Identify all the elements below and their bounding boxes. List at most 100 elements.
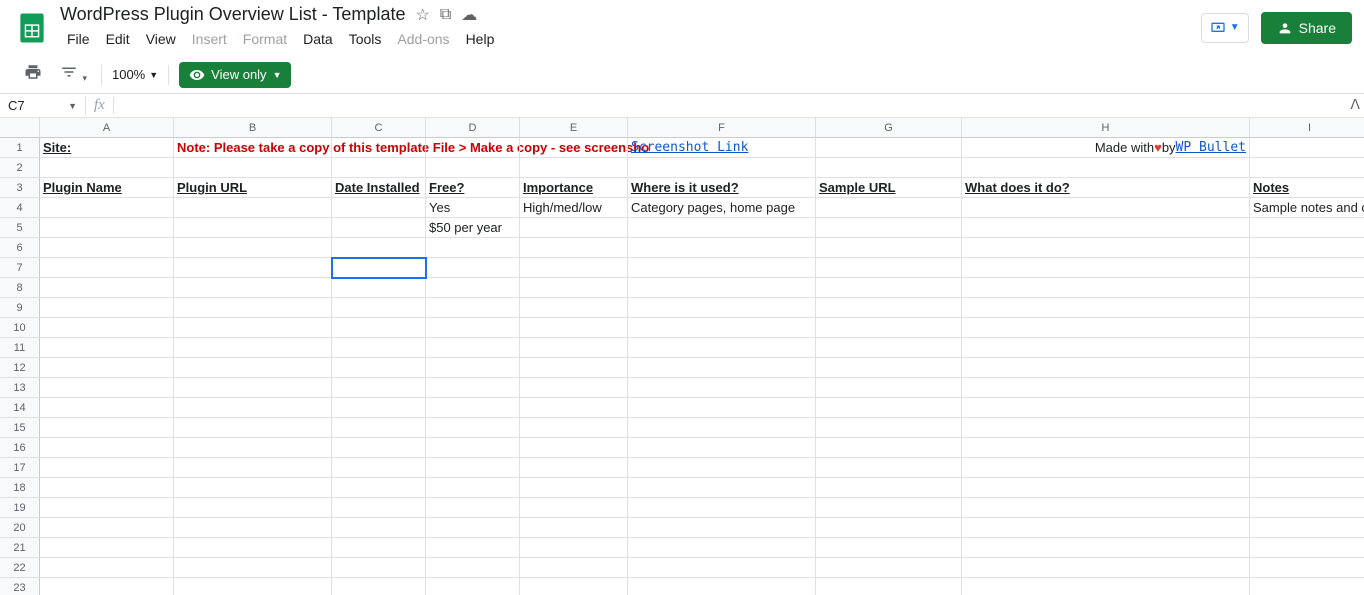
- cell[interactable]: [520, 558, 628, 578]
- cell[interactable]: High/med/low: [520, 198, 628, 218]
- cell[interactable]: [174, 158, 332, 178]
- menu-view[interactable]: View: [139, 27, 183, 51]
- cell[interactable]: [332, 358, 426, 378]
- cell[interactable]: [628, 458, 816, 478]
- move-icon[interactable]: ⧉: [440, 6, 451, 24]
- row-header[interactable]: 6: [0, 238, 40, 258]
- cell[interactable]: [628, 518, 816, 538]
- cell[interactable]: [174, 378, 332, 398]
- cell[interactable]: [520, 318, 628, 338]
- row-header[interactable]: 17: [0, 458, 40, 478]
- cell[interactable]: [1250, 158, 1364, 178]
- cell[interactable]: [520, 358, 628, 378]
- cell[interactable]: [40, 498, 174, 518]
- cell[interactable]: [816, 438, 962, 458]
- cell[interactable]: [332, 458, 426, 478]
- row-header[interactable]: 9: [0, 298, 40, 318]
- cell[interactable]: [816, 498, 962, 518]
- cell[interactable]: [174, 198, 332, 218]
- cell[interactable]: [628, 278, 816, 298]
- cell[interactable]: [816, 358, 962, 378]
- cell[interactable]: [1250, 238, 1364, 258]
- cell[interactable]: [962, 258, 1250, 278]
- cell[interactable]: [520, 158, 628, 178]
- cell[interactable]: [962, 218, 1250, 238]
- cell[interactable]: [1250, 278, 1364, 298]
- cell[interactable]: [332, 158, 426, 178]
- cell[interactable]: [426, 578, 520, 595]
- cell[interactable]: Where is it used?: [628, 178, 816, 198]
- row-header[interactable]: 21: [0, 538, 40, 558]
- cell[interactable]: Free?: [426, 178, 520, 198]
- cell[interactable]: [426, 538, 520, 558]
- cell[interactable]: [1250, 138, 1364, 158]
- row-header[interactable]: 13: [0, 378, 40, 398]
- cell[interactable]: [426, 378, 520, 398]
- cell[interactable]: Note: Please take a copy of this templat…: [174, 138, 332, 158]
- cell[interactable]: [174, 538, 332, 558]
- select-all-corner[interactable]: [0, 118, 40, 138]
- cell[interactable]: [40, 358, 174, 378]
- cell[interactable]: [1250, 558, 1364, 578]
- cell[interactable]: [426, 258, 520, 278]
- row-header[interactable]: 16: [0, 438, 40, 458]
- cell[interactable]: [816, 558, 962, 578]
- cell[interactable]: [174, 218, 332, 238]
- cell[interactable]: [1250, 478, 1364, 498]
- cell[interactable]: [520, 538, 628, 558]
- cell[interactable]: [426, 398, 520, 418]
- cell[interactable]: [40, 278, 174, 298]
- cell[interactable]: [332, 298, 426, 318]
- cell[interactable]: [628, 378, 816, 398]
- cell[interactable]: [628, 258, 816, 278]
- cell[interactable]: [962, 458, 1250, 478]
- cell[interactable]: [962, 498, 1250, 518]
- cell[interactable]: [816, 258, 962, 278]
- view-only-button[interactable]: View only ▼: [179, 62, 291, 88]
- cell[interactable]: [332, 398, 426, 418]
- cell[interactable]: [962, 538, 1250, 558]
- cell[interactable]: [1250, 318, 1364, 338]
- cell[interactable]: [520, 218, 628, 238]
- cell[interactable]: [628, 218, 816, 238]
- cell[interactable]: [816, 318, 962, 338]
- cell[interactable]: [1250, 258, 1364, 278]
- menu-edit[interactable]: Edit: [99, 27, 137, 51]
- cell[interactable]: [520, 418, 628, 438]
- cell[interactable]: [332, 378, 426, 398]
- column-header[interactable]: E: [520, 118, 628, 138]
- cell[interactable]: [332, 498, 426, 518]
- cell[interactable]: [332, 558, 426, 578]
- cell[interactable]: [174, 338, 332, 358]
- cell[interactable]: [962, 278, 1250, 298]
- name-box[interactable]: C7 ▼: [0, 96, 86, 115]
- cell[interactable]: [332, 418, 426, 438]
- cell[interactable]: [628, 418, 816, 438]
- document-title[interactable]: WordPress Plugin Overview List - Templat…: [60, 4, 405, 25]
- cell[interactable]: [1250, 538, 1364, 558]
- cell[interactable]: [426, 318, 520, 338]
- cell[interactable]: [1250, 418, 1364, 438]
- cell[interactable]: [426, 238, 520, 258]
- cell[interactable]: [174, 498, 332, 518]
- sheets-logo[interactable]: [12, 8, 52, 48]
- row-header[interactable]: 15: [0, 418, 40, 438]
- menu-data[interactable]: Data: [296, 27, 340, 51]
- cell[interactable]: [962, 478, 1250, 498]
- cell[interactable]: [332, 438, 426, 458]
- cell[interactable]: [332, 578, 426, 595]
- cell[interactable]: [962, 238, 1250, 258]
- cell[interactable]: [520, 578, 628, 595]
- cell[interactable]: Made with ♥ by WP Bullet: [962, 138, 1250, 158]
- cell[interactable]: [520, 378, 628, 398]
- cell[interactable]: [520, 498, 628, 518]
- cell[interactable]: [426, 458, 520, 478]
- menu-help[interactable]: Help: [459, 27, 502, 51]
- menu-file[interactable]: File: [60, 27, 97, 51]
- cell[interactable]: [332, 478, 426, 498]
- column-header[interactable]: D: [426, 118, 520, 138]
- cell[interactable]: [816, 278, 962, 298]
- cell[interactable]: [628, 498, 816, 518]
- cell[interactable]: [962, 418, 1250, 438]
- cell[interactable]: [962, 578, 1250, 595]
